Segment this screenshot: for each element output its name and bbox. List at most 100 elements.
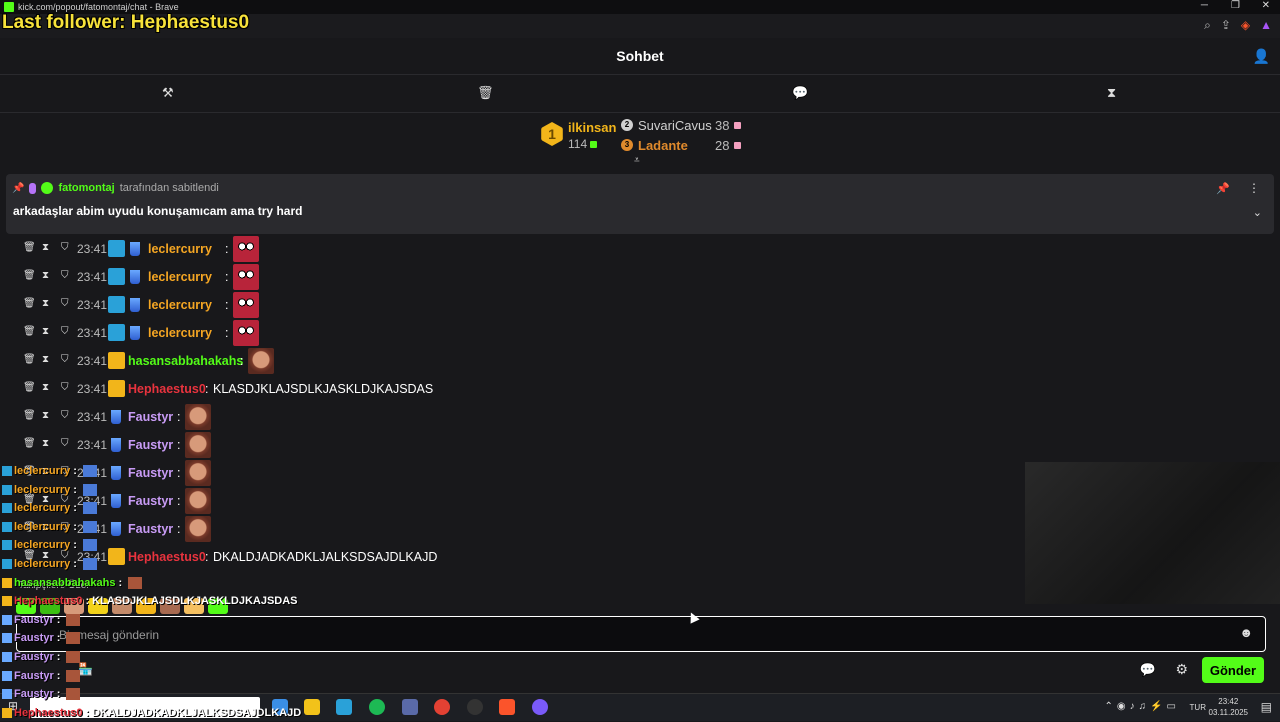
chat-username[interactable]: Faustyr [128, 522, 173, 536]
chat-username[interactable]: Hephaestus0 [128, 382, 206, 396]
system-tray-icons[interactable]: ⌃◉♪♫⚡▭ [1104, 701, 1180, 712]
store-app-icon[interactable] [336, 699, 352, 715]
ban-shield-icon[interactable]: ⛉ [61, 242, 69, 253]
minimize-button[interactable]: ─ [1201, 0, 1208, 11]
cup-badge-icon [130, 326, 140, 340]
chat-username[interactable]: Faustyr [128, 466, 173, 480]
overlay-badge-icon [2, 614, 12, 625]
settings-gear-icon[interactable]: ⚙ [1175, 661, 1188, 678]
taskbar-clock[interactable]: 23:42 03.11.2025 [1209, 696, 1248, 718]
overlay-separator: : [73, 558, 77, 570]
timeout-icon[interactable]: ⧗ [42, 382, 49, 393]
chat-title: Sohbet [616, 48, 664, 64]
user-list-icon[interactable]: 👤 [1253, 48, 1270, 65]
maximize-button[interactable]: ❐ [1231, 0, 1240, 11]
chat-username[interactable]: Hephaestus0 [128, 550, 206, 564]
timeout-icon[interactable]: ⧗ [42, 438, 49, 449]
expand-leaderboard-icon[interactable]: ⩡ [634, 155, 640, 166]
delete-message-icon[interactable]: 🗑 [23, 382, 36, 393]
chevron-down-icon[interactable]: ⌄ [1253, 206, 1262, 219]
chat-username[interactable]: Faustyr [128, 494, 173, 508]
calculator-icon[interactable] [402, 699, 418, 715]
chat-username[interactable]: Faustyr [128, 410, 173, 424]
timeout-icon[interactable]: ⧗ [42, 410, 49, 421]
delete-message-icon[interactable]: 🗑 [23, 326, 36, 337]
chat-mode-icon[interactable]: 💬 [1140, 662, 1156, 678]
overlay-chat-row: leclercurry: [2, 462, 97, 480]
brave-icon[interactable] [499, 699, 515, 715]
chat-username[interactable]: leclercurry [148, 242, 212, 256]
delete-message-icon[interactable]: 🗑 [23, 270, 36, 281]
timeout-icon[interactable]: ⧗ [42, 270, 49, 281]
overlay-username: leclercurry [14, 520, 71, 533]
discord-icon[interactable] [532, 699, 548, 715]
leader-2-name[interactable]: SuvariCavus [638, 118, 712, 133]
leader-1-name[interactable]: ilkinsan [568, 120, 616, 135]
leader-3-name[interactable]: Ladante [638, 138, 688, 153]
brave-shield-icon[interactable]: ◈ [1241, 18, 1250, 33]
chat-emote [233, 320, 259, 346]
ban-shield-icon[interactable]: ⛉ [61, 410, 69, 421]
overlay-emote [66, 669, 81, 682]
delete-icon[interactable]: 🗑 [477, 85, 494, 101]
ban-shield-icon[interactable]: ⛉ [61, 270, 69, 281]
timeout-icon[interactable]: ⧗ [42, 354, 49, 365]
steam-icon[interactable] [467, 699, 483, 715]
ban-shield-icon[interactable]: ⛉ [61, 382, 69, 393]
notifications-icon[interactable]: ▤ [1261, 700, 1272, 714]
timeout-icon[interactable]: ⧗ [42, 298, 49, 309]
overlay-emote [66, 651, 81, 663]
overlay-badge-icon [2, 596, 12, 607]
chat-message: 🗑 ⧗ ⛉ 23:41 Hephaestus0: DKALDJADKADKLJALKSDS… [0, 544, 1000, 570]
brave-rewards-icon[interactable]: ▲ [1260, 18, 1272, 33]
overlay-badge-icon [2, 540, 12, 551]
more-options-icon[interactable]: ⋮ [1248, 181, 1260, 195]
chat-input[interactable] [57, 624, 1211, 646]
leader-3-count: 28 [715, 138, 730, 153]
delete-message-icon[interactable]: 🗑 [23, 298, 36, 309]
ban-shield-icon[interactable]: ⛉ [61, 438, 69, 449]
timeout-icon[interactable]: ⧗ [42, 242, 49, 253]
chat-username[interactable]: leclercurry [148, 298, 212, 312]
delete-message-icon[interactable]: 🗑 [23, 438, 36, 449]
chat-bubble-icon[interactable]: 💬 [792, 85, 808, 101]
language-indicator[interactable]: TUR [1190, 703, 1206, 712]
pinned-username[interactable]: fatomontaj [58, 182, 114, 194]
chat-message: 🗑 ⧗ ⛉ 23:41 Faustyr: [0, 432, 1000, 458]
ban-shield-icon[interactable]: ⛉ [61, 354, 69, 365]
delete-message-icon[interactable]: 🗑 [23, 354, 36, 365]
ban-shield-icon[interactable]: ⛉ [61, 298, 69, 309]
overlay-username: Faustyr [14, 688, 54, 701]
ban-shield-icon[interactable]: ⛉ [61, 326, 69, 337]
ban-hammer-icon[interactable]: ⚒ [162, 85, 174, 101]
emoji-picker-icon[interactable]: ☻ [1239, 625, 1253, 640]
chat-username[interactable]: leclercurry [148, 270, 212, 284]
chat-username[interactable]: leclercurry [148, 326, 212, 340]
chat-emote [185, 516, 211, 542]
timeout-icon[interactable]: ⧗ [42, 326, 49, 337]
unpin-icon[interactable]: 📌 [1216, 182, 1230, 195]
chat-emote [185, 432, 211, 458]
overlay-chat-row: leclercurry: [2, 555, 97, 573]
chat-emote [248, 348, 274, 374]
overlay-emote [128, 576, 143, 589]
close-window-button[interactable]: ✕ [1262, 0, 1270, 11]
spotify-icon[interactable] [369, 699, 385, 715]
send-button[interactable]: Gönder [1202, 657, 1264, 683]
broadcaster-badge-icon [29, 182, 37, 194]
share-icon[interactable]: ⇪ [1221, 18, 1231, 33]
chat-username[interactable]: Faustyr [128, 438, 173, 452]
message-input-box[interactable]: ☻ [16, 616, 1266, 652]
timestamp: 23:41 [77, 298, 108, 312]
chat-username[interactable]: hasansabbahakahs [128, 354, 243, 368]
zoom-icon[interactable]: ⌕ [1204, 18, 1211, 33]
chrome-icon[interactable] [434, 699, 450, 715]
delete-message-icon[interactable]: 🗑 [23, 410, 36, 421]
webcam-video-overlay [1025, 462, 1280, 604]
delete-message-icon[interactable]: 🗑 [23, 242, 36, 253]
file-explorer-icon[interactable] [304, 699, 320, 715]
overlay-badge-icon [2, 670, 12, 681]
message-separator: : [177, 410, 181, 424]
timeout-hourglass-icon[interactable]: ⧗ [1107, 85, 1116, 101]
overlay-emote [66, 632, 81, 645]
